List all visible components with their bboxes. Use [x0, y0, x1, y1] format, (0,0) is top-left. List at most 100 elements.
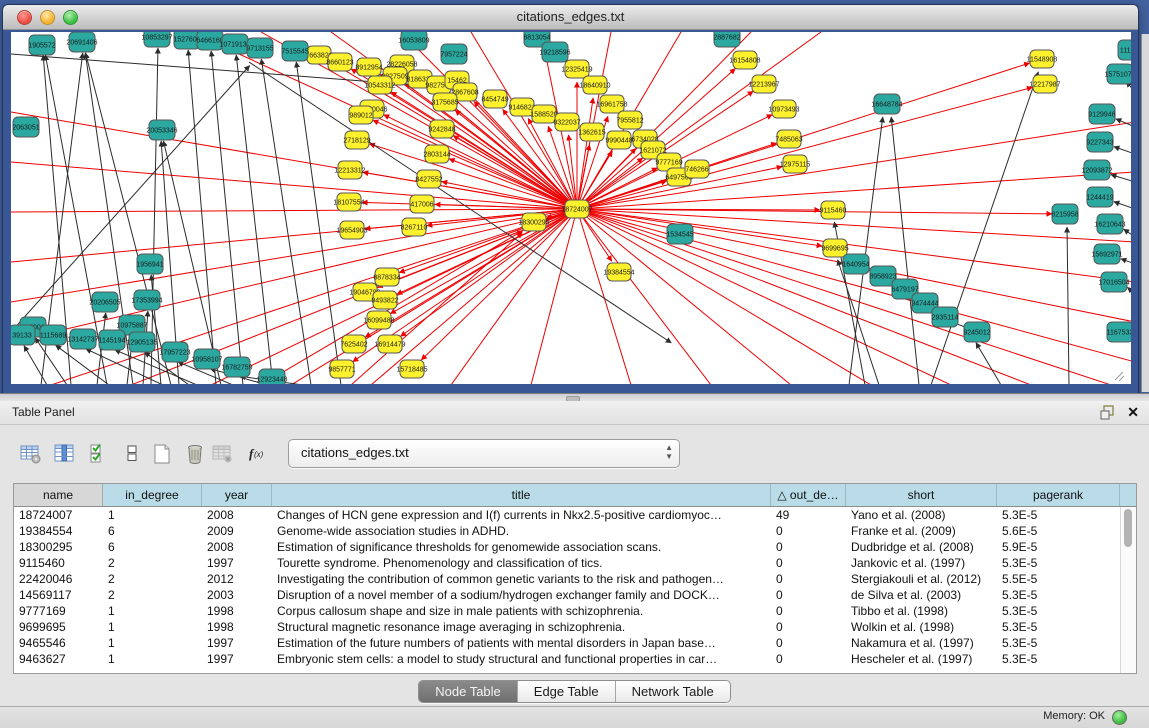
- cell-short[interactable]: Nakamura et al. (1997): [846, 635, 997, 651]
- table-row[interactable]: 1456911722003Disruption of a novel membe…: [14, 587, 1136, 603]
- cell-in_degree[interactable]: 2: [103, 555, 202, 571]
- cell-in_degree[interactable]: 6: [103, 523, 202, 539]
- table-row[interactable]: 1830029562008Estimation of significance …: [14, 539, 1136, 555]
- graph-node[interactable]: 18640910: [579, 76, 610, 94]
- graph-node[interactable]: 9699695: [821, 239, 848, 257]
- cell-name[interactable]: 18300295: [14, 539, 103, 555]
- graph-node[interactable]: 9245012: [963, 322, 990, 342]
- cell-short[interactable]: Jankovic et al. (1997): [846, 555, 997, 571]
- column-header-title[interactable]: title: [272, 484, 771, 506]
- graph-node[interactable]: 417006: [410, 195, 434, 213]
- cell-title[interactable]: Corpus callosum shape and size in male p…: [272, 603, 771, 619]
- graph-node[interactable]: 9129946: [1088, 104, 1115, 124]
- graph-edge[interactable]: [11, 65, 250, 332]
- graph-node[interactable]: 19654903: [336, 221, 367, 239]
- network-window-titlebar[interactable]: citations_edges.txt: [3, 5, 1138, 30]
- graph-node[interactable]: 18300295: [518, 213, 549, 231]
- graph-edge[interactable]: [421, 209, 577, 360]
- cell-in_degree[interactable]: 1: [103, 635, 202, 651]
- scrollbar-thumb[interactable]: [1124, 509, 1132, 547]
- cell-out_degree[interactable]: 0: [771, 619, 846, 635]
- graph-edge[interactable]: [577, 98, 593, 209]
- graph-node[interactable]: 9115460: [820, 201, 847, 219]
- table-selector[interactable]: citations_edges.txt ▲▼: [288, 439, 680, 468]
- cell-short[interactable]: Yano et al. (2008): [846, 507, 997, 523]
- column-header-out_degree[interactable]: △ out_de…: [771, 484, 846, 506]
- graph-node[interactable]: 17353994: [131, 290, 162, 310]
- graph-node[interactable]: 12213312: [334, 161, 365, 179]
- graph-node[interactable]: 16648784: [871, 94, 902, 114]
- graph-node[interactable]: 12213967: [748, 75, 779, 93]
- graph-node[interactable]: 7625402: [340, 335, 367, 353]
- graph-edge[interactable]: [1111, 175, 1131, 182]
- cell-pagerank[interactable]: 5.3E-5: [997, 555, 1120, 571]
- graph-node[interactable]: 12217987: [1029, 75, 1060, 93]
- graph-node[interactable]: 111237: [1118, 40, 1131, 60]
- cell-name[interactable]: 19384554: [14, 523, 103, 539]
- graph-edge[interactable]: [371, 209, 577, 384]
- cell-name[interactable]: 9115460: [14, 555, 103, 571]
- graph-edge[interactable]: [976, 343, 1001, 384]
- cell-in_degree[interactable]: 1: [103, 651, 202, 667]
- graph-node[interactable]: 7957224: [440, 44, 467, 64]
- graph-node[interactable]: 13142737: [67, 329, 98, 349]
- cell-out_degree[interactable]: 0: [771, 587, 846, 603]
- new-document-icon[interactable]: [148, 439, 176, 467]
- graph-node[interactable]: 18724007: [561, 200, 592, 218]
- graph-node[interactable]: 12325419: [561, 60, 592, 78]
- graph-node[interactable]: 1905572: [28, 35, 55, 55]
- graph-node[interactable]: 1362615: [578, 123, 605, 141]
- memory-status-icon[interactable]: [1112, 710, 1127, 725]
- column-header-pagerank[interactable]: pagerank: [997, 484, 1120, 506]
- cell-year[interactable]: 1997: [202, 651, 272, 667]
- cell-pagerank[interactable]: 5.6E-5: [997, 523, 1120, 539]
- cell-pagerank[interactable]: 5.3E-5: [997, 635, 1120, 651]
- cell-out_degree[interactable]: 0: [771, 555, 846, 571]
- column-header-name[interactable]: name: [14, 484, 103, 506]
- graph-node[interactable]: 7955812: [616, 111, 643, 129]
- graph-node[interactable]: 12905135: [126, 332, 157, 352]
- cell-out_degree[interactable]: 0: [771, 539, 846, 555]
- graph-node[interactable]: 10958107: [191, 349, 222, 369]
- graph-node[interactable]: 16154808: [729, 51, 760, 69]
- cell-year[interactable]: 2003: [202, 587, 272, 603]
- cell-year[interactable]: 2009: [202, 523, 272, 539]
- graph-node[interactable]: 8660123: [326, 53, 353, 71]
- graph-edge[interactable]: [577, 172, 1131, 209]
- cell-short[interactable]: de Silva et al. (2003): [846, 587, 997, 603]
- graph-node[interactable]: 9242848: [428, 120, 455, 138]
- graph-edge[interactable]: [236, 55, 273, 384]
- graph-node[interactable]: 8427552: [415, 170, 442, 188]
- graph-edge[interactable]: [577, 209, 822, 246]
- table-row[interactable]: 946554611997Estimation of the future num…: [14, 635, 1136, 651]
- graph-node[interactable]: 16099488: [363, 311, 394, 329]
- table-row[interactable]: 1938455462009Genome-wide association stu…: [14, 523, 1136, 539]
- graph-node[interactable]: 1640954: [842, 254, 869, 274]
- graph-node[interactable]: 8267110: [401, 218, 428, 236]
- trash-icon[interactable]: [181, 439, 209, 467]
- graph-node[interactable]: 16914479: [374, 335, 405, 353]
- graph-node[interactable]: 18107554: [333, 193, 364, 211]
- cell-out_degree[interactable]: 49: [771, 507, 846, 523]
- network-canvas[interactable]: 1872400718300295193845547663822866012389…: [11, 32, 1131, 384]
- graph-node[interactable]: 19218596: [539, 42, 570, 62]
- tab-edge-table[interactable]: Edge Table: [518, 681, 616, 702]
- graph-node[interactable]: 16961758: [596, 95, 627, 113]
- graph-node[interactable]: 9713155: [246, 38, 273, 58]
- graph-node[interactable]: 9322037: [553, 113, 580, 131]
- graph-node[interactable]: 1956941: [136, 254, 163, 274]
- graph-node[interactable]: 15718485: [396, 360, 427, 378]
- table-settings-icon[interactable]: [16, 439, 44, 467]
- graph-edge[interactable]: [577, 209, 1111, 384]
- graph-node[interactable]: 12093872: [1081, 160, 1112, 180]
- cell-title[interactable]: Genome-wide association studies in ADHD.: [272, 523, 771, 539]
- graph-node[interactable]: 9493822: [371, 291, 398, 309]
- graph-edge[interactable]: [1067, 227, 1069, 384]
- cell-name[interactable]: 22420046: [14, 571, 103, 587]
- cell-in_degree[interactable]: 1: [103, 507, 202, 523]
- column-header-in_degree[interactable]: in_degree: [103, 484, 202, 506]
- graph-node[interactable]: 20206505: [89, 292, 120, 312]
- graph-node[interactable]: 8912954: [355, 58, 382, 76]
- graph-node[interactable]: 9227343: [1086, 132, 1113, 152]
- cell-pagerank[interactable]: 5.3E-5: [997, 587, 1120, 603]
